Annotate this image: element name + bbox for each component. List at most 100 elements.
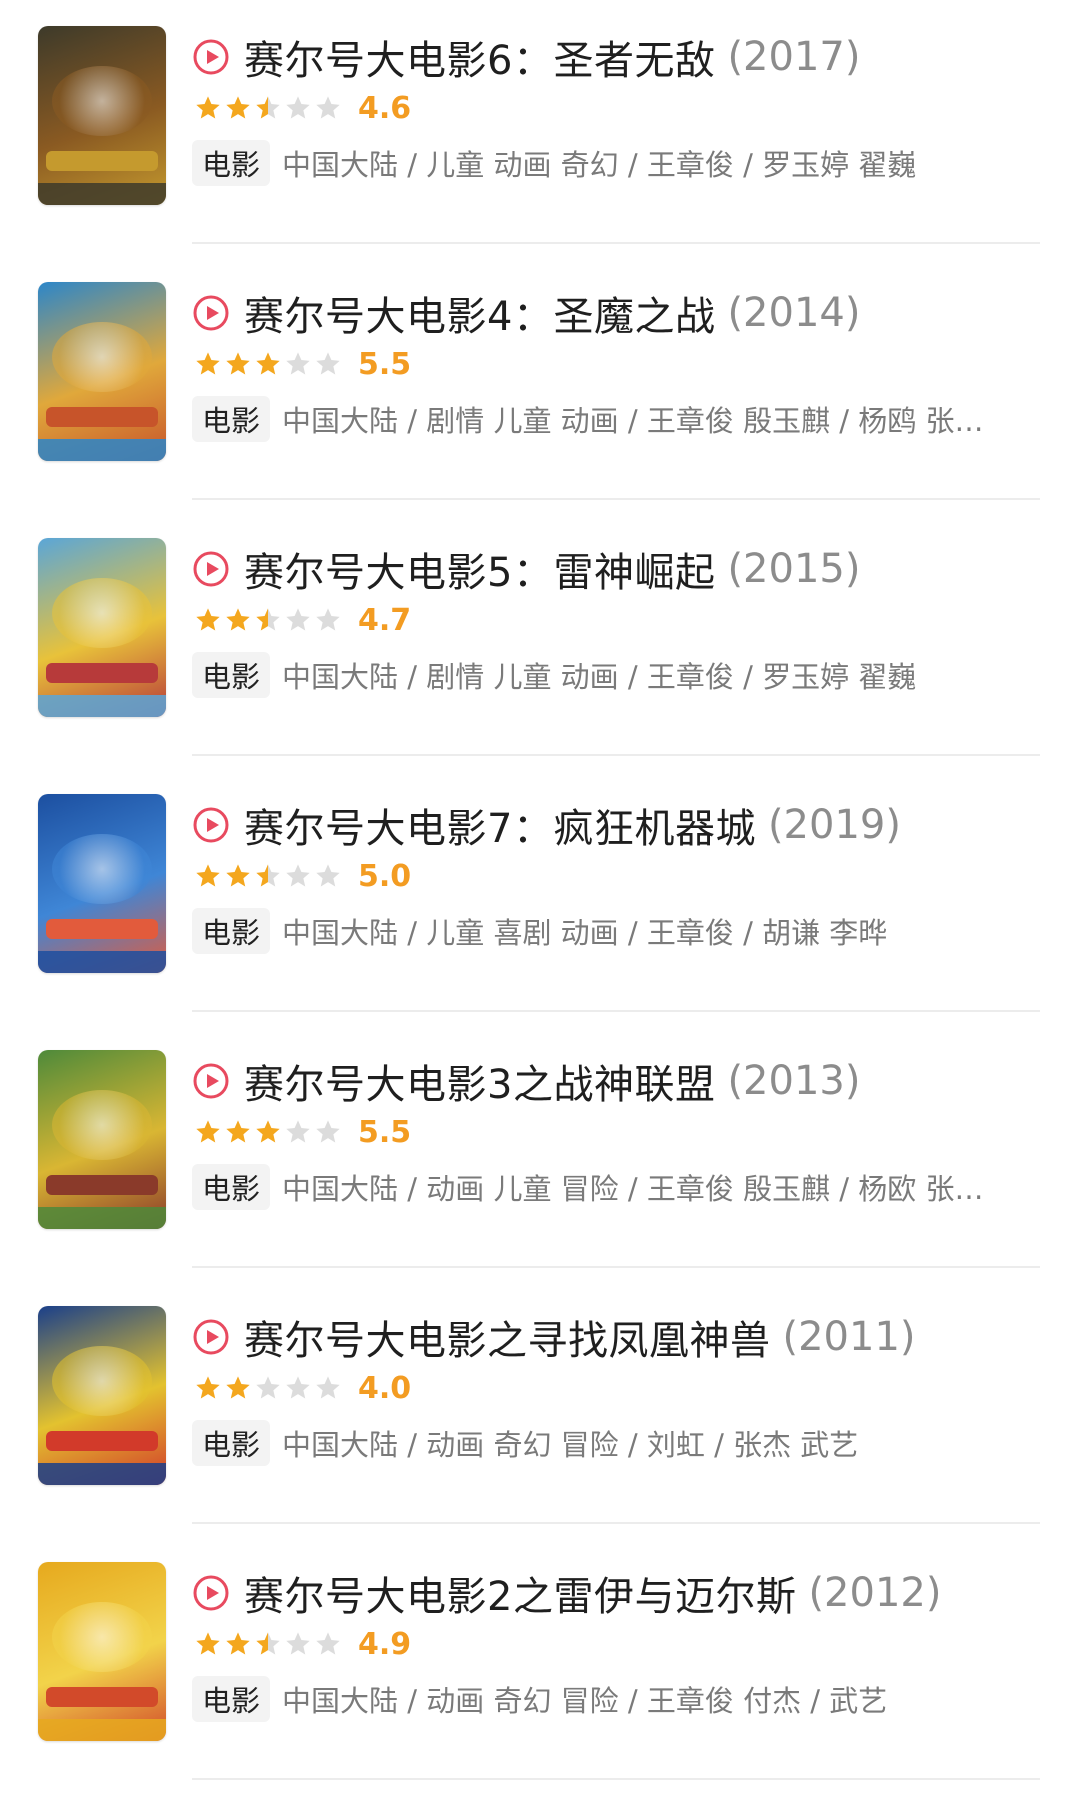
play-circle-icon: [193, 1575, 229, 1611]
rating-score: 4.0: [358, 1370, 412, 1406]
poster-artwork: [52, 66, 152, 136]
movie-meta: 中国大陆 / 动画 奇幻 冒险 / 王章俊 付杰 / 武艺: [282, 1684, 888, 1718]
divider: [192, 1522, 1040, 1524]
rating-row: 4.0: [194, 1368, 411, 1408]
star-icon: [196, 1376, 220, 1399]
poster-logo: [46, 663, 158, 683]
title-row[interactable]: 赛尔号大电影2之雷伊与迈尔斯 (2012): [192, 1564, 941, 1622]
movie-meta: 中国大陆 / 动画 奇幻 冒险 / 刘虹 / 张杰 武艺: [282, 1428, 859, 1462]
movie-title[interactable]: 赛尔号大电影3之战神联盟: [244, 1052, 715, 1110]
poster-footer: [38, 695, 166, 717]
star-icon: [316, 1632, 340, 1655]
movie-year: (2019): [767, 802, 901, 848]
rating-row: 4.9: [194, 1624, 411, 1664]
rating-row: 4.6: [194, 88, 411, 128]
movie-title[interactable]: 赛尔号大电影2之雷伊与迈尔斯: [244, 1564, 796, 1622]
movie-item[interactable]: 赛尔号大电影5：雷神崛起 (2015) 4.7 电影 中国大陆 / 剧情 儿童 动画 /…: [0, 512, 1080, 768]
star-icon: [316, 608, 340, 631]
movie-year: (2014): [727, 290, 861, 336]
meta-row: 电影 中国大陆 / 儿童 动画 奇幻 / 王章俊 / 罗玉婷 翟巍: [192, 138, 1042, 188]
poster-footer: [38, 1207, 166, 1229]
star-icon: [256, 864, 280, 887]
star-icon: [226, 1120, 250, 1143]
star-rating: [194, 1374, 344, 1402]
rating-row: 5.5: [194, 344, 411, 384]
poster-logo: [46, 1175, 158, 1195]
star-rating: [194, 94, 344, 122]
title-row[interactable]: 赛尔号大电影4：圣魔之战 (2014): [192, 284, 860, 342]
poster-artwork: [52, 578, 152, 648]
movie-poster[interactable]: [38, 1306, 166, 1485]
movie-item[interactable]: 赛尔号大电影3之战神联盟 (2013) 5.5 电影 中国大陆 / 动画 儿童 冒险 /…: [0, 1024, 1080, 1280]
movie-item[interactable]: 赛尔号大电影7：疯狂机器城 (2019) 5.0 电影 中国大陆 / 儿童 喜剧 动画 …: [0, 768, 1080, 1024]
star-icon: [256, 608, 280, 631]
play-circle-icon: [193, 295, 229, 331]
movie-title[interactable]: 赛尔号大电影5：雷神崛起: [244, 540, 715, 598]
star-icon: [316, 1376, 340, 1399]
poster-footer: [38, 1463, 166, 1485]
title-row[interactable]: 赛尔号大电影7：疯狂机器城 (2019): [192, 796, 901, 854]
rating-score: 4.6: [358, 90, 412, 126]
title-row[interactable]: 赛尔号大电影6：圣者无敌 (2017): [192, 28, 860, 86]
poster-artwork: [52, 322, 152, 392]
rating-score: 4.9: [358, 1626, 412, 1662]
rating-row: 5.0: [194, 856, 411, 896]
movie-poster[interactable]: [38, 794, 166, 973]
movie-year: (2011): [782, 1314, 916, 1360]
type-tag: 电影: [192, 140, 271, 186]
play-circle-icon: [193, 807, 229, 843]
movie-poster[interactable]: [38, 1050, 166, 1229]
movie-year: (2017): [727, 34, 861, 80]
movie-item[interactable]: 赛尔号大电影之寻找凤凰神兽 (2011) 4.0 电影 中国大陆 / 动画 奇幻 冒险 …: [0, 1280, 1080, 1536]
title-row[interactable]: 赛尔号大电影5：雷神崛起 (2015): [192, 540, 860, 598]
movie-meta: 中国大陆 / 剧情 儿童 动画 / 王章俊 殷玉麒 / 杨鸥 张…: [282, 404, 984, 438]
poster-logo: [46, 407, 158, 427]
movie-poster[interactable]: [38, 538, 166, 717]
rating-score: 5.5: [358, 1114, 412, 1150]
type-tag: 电影: [192, 1676, 271, 1722]
movie-poster[interactable]: [38, 282, 166, 461]
divider: [192, 754, 1040, 756]
title-row[interactable]: 赛尔号大电影之寻找凤凰神兽 (2011): [192, 1308, 916, 1366]
star-icon: [316, 1120, 340, 1143]
movie-title[interactable]: 赛尔号大电影4：圣魔之战: [244, 284, 715, 342]
rating-score: 5.5: [358, 346, 412, 382]
poster-logo: [46, 1431, 158, 1451]
movie-title[interactable]: 赛尔号大电影7：疯狂机器城: [244, 796, 756, 854]
poster-logo: [46, 1687, 158, 1707]
star-icon: [226, 1376, 250, 1399]
poster-footer: [38, 951, 166, 973]
star-icon: [226, 96, 250, 119]
movie-poster[interactable]: [38, 26, 166, 205]
divider: [192, 242, 1040, 244]
star-icon: [316, 96, 340, 119]
movie-year: (2013): [727, 1058, 861, 1104]
movie-item[interactable]: 赛尔号大电影4：圣魔之战 (2014) 5.5 电影 中国大陆 / 剧情 儿童 动画 /…: [0, 256, 1080, 512]
movie-title[interactable]: 赛尔号大电影6：圣者无敌: [244, 28, 715, 86]
star-icon: [226, 352, 250, 375]
type-tag: 电影: [192, 1164, 271, 1210]
type-tag: 电影: [192, 1420, 271, 1466]
title-row[interactable]: 赛尔号大电影3之战神联盟 (2013): [192, 1052, 860, 1110]
star-icon: [226, 608, 250, 631]
movie-title[interactable]: 赛尔号大电影之寻找凤凰神兽: [244, 1308, 771, 1366]
type-tag: 电影: [192, 908, 271, 954]
star-icon: [196, 96, 220, 119]
play-circle-icon: [193, 551, 229, 587]
divider: [192, 1010, 1040, 1012]
meta-row: 电影 中国大陆 / 动画 奇幻 冒险 / 王章俊 付杰 / 武艺: [192, 1674, 1042, 1724]
poster-footer: [38, 1719, 166, 1741]
star-icon: [196, 608, 220, 631]
movie-item[interactable]: 赛尔号大电影6：圣者无敌 (2017) 4.6 电影 中国大陆 / 儿童 动画 奇幻 /…: [0, 0, 1080, 256]
poster-artwork: [52, 1090, 152, 1160]
poster-logo: [46, 151, 158, 171]
movie-item[interactable]: 赛尔号大电影2之雷伊与迈尔斯 (2012) 4.9 电影 中国大陆 / 动画 奇幻 冒险…: [0, 1536, 1080, 1792]
movie-year: (2015): [727, 546, 861, 592]
star-icon: [286, 1376, 310, 1399]
meta-row: 电影 中国大陆 / 动画 奇幻 冒险 / 刘虹 / 张杰 武艺: [192, 1418, 1042, 1468]
star-rating: [194, 606, 344, 634]
movie-poster[interactable]: [38, 1562, 166, 1741]
rating-score: 4.7: [358, 602, 412, 638]
star-icon: [256, 96, 280, 119]
movie-list: 赛尔号大电影6：圣者无敌 (2017) 4.6 电影 中国大陆 / 儿童 动画 奇幻 /…: [0, 0, 1080, 1801]
